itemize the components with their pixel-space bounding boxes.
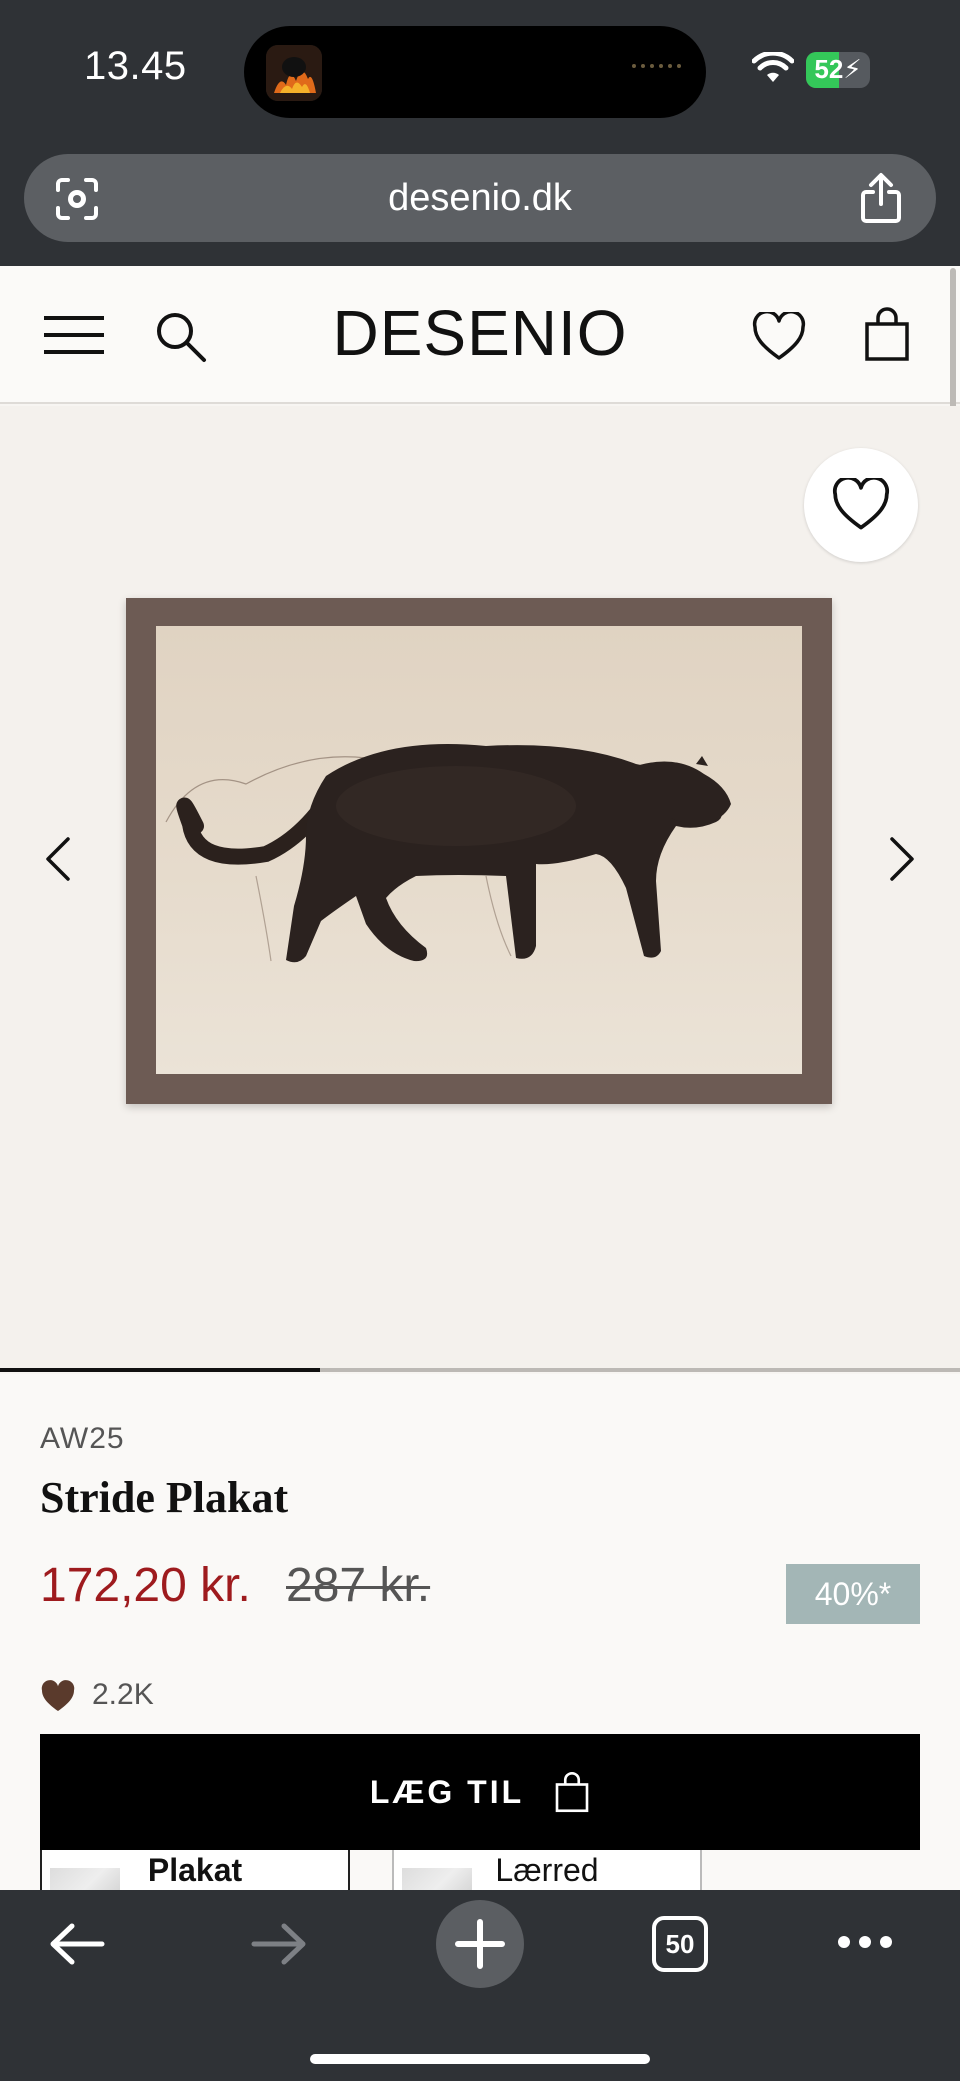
site-header: DESENIO: [0, 266, 960, 404]
gallery-progress-fill: [0, 1368, 320, 1372]
product-title: Stride Plakat: [40, 1473, 289, 1522]
cart-icon[interactable]: [864, 306, 910, 367]
island-activity-dots: [632, 64, 681, 68]
now-playing-thumbnail[interactable]: [266, 45, 322, 101]
likes-count: 2.2K: [92, 1678, 154, 1711]
status-time: 13.45: [84, 44, 187, 88]
shopping-bag-icon: [555, 1771, 589, 1813]
home-indicator[interactable]: [310, 2054, 650, 2064]
option-poster-label: Plakat: [147, 1852, 243, 1888]
tabs-button[interactable]: 50: [652, 1916, 708, 1972]
address-bar[interactable]: desenio.dk: [24, 154, 936, 242]
back-arrow-icon[interactable]: [48, 1920, 106, 1973]
poster-frame: [126, 598, 832, 1104]
new-tab-button[interactable]: [436, 1900, 524, 1988]
option-canvas-label: Lærred: [495, 1852, 599, 1888]
more-icon[interactable]: [836, 1934, 894, 1955]
browser-toolbar: 50: [0, 1890, 960, 2081]
panther-artwork-image: [156, 626, 802, 1074]
battery-percent: 52⚡: [814, 54, 862, 84]
heart-outline-icon: [832, 478, 890, 530]
add-to-cart-button[interactable]: LÆG TIL: [40, 1734, 920, 1850]
gallery-progress-track: [0, 1368, 960, 1372]
discount-badge: 40%*: [786, 1564, 920, 1624]
web-page: DESENIO AW25 Stride Plakat 172,20 kr. 28…: [0, 266, 960, 1890]
product-gallery[interactable]: [0, 406, 960, 1372]
wifi-icon: [751, 50, 795, 89]
product-info: AW25 Stride Plakat 172,20 kr. 287 kr. 40…: [0, 1374, 960, 1890]
wishlist-icon[interactable]: [752, 309, 806, 367]
gallery-prev-arrow-icon[interactable]: [44, 836, 72, 887]
option-poster[interactable]: Plakat: [40, 1850, 350, 1890]
address-url[interactable]: desenio.dk: [24, 154, 936, 242]
forward-arrow-icon[interactable]: [250, 1920, 308, 1973]
add-to-wishlist-button[interactable]: [804, 448, 918, 562]
add-to-cart-label: LÆG TIL: [369, 1773, 525, 1810]
site-logo[interactable]: DESENIO: [0, 296, 960, 370]
product-price: 172,20 kr.: [40, 1559, 251, 1612]
share-icon[interactable]: [858, 172, 904, 224]
product-old-price: 287 kr.: [286, 1559, 431, 1612]
gallery-next-arrow-icon[interactable]: [888, 836, 916, 887]
plus-icon: [455, 1919, 505, 1969]
likes-heart-icon: [40, 1680, 76, 1719]
dynamic-island: [244, 26, 706, 118]
status-bar: 13.45 52⚡: [0, 0, 960, 140]
browser-address-area: desenio.dk: [0, 140, 960, 266]
product-collection[interactable]: AW25: [40, 1422, 125, 1456]
battery-indicator: 52⚡: [806, 52, 870, 88]
option-canvas[interactable]: Lærred: [392, 1850, 702, 1890]
